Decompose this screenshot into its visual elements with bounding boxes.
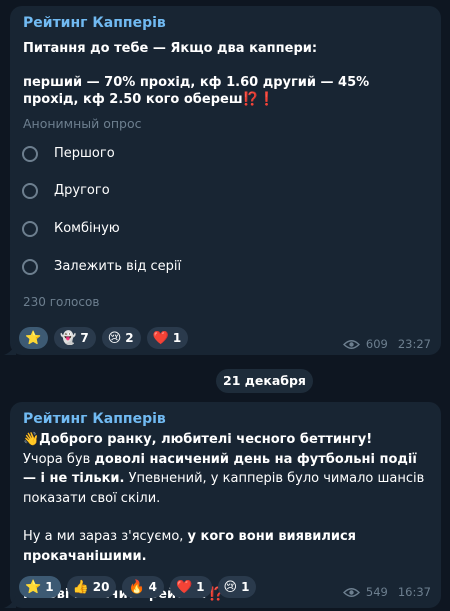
poll-option-4[interactable]: Залежить від серії	[22, 254, 322, 284]
reaction-count: 1	[196, 580, 205, 594]
radio-icon[interactable]	[22, 221, 38, 237]
poll-option-label: Першого	[54, 146, 115, 161]
poll-option-label: Другого	[54, 183, 110, 198]
reaction-count: 7	[80, 331, 89, 345]
reaction-star[interactable]: ⭐ 1	[19, 576, 61, 598]
eye-icon	[342, 339, 360, 349]
reaction-ghost[interactable]: 👻 7	[54, 327, 96, 349]
date-separator[interactable]: 21 декабря	[216, 369, 313, 393]
crying-face-icon: 😢	[223, 579, 238, 595]
radio-icon[interactable]	[22, 259, 38, 275]
radio-icon[interactable]	[22, 183, 38, 199]
message-time: 16:37	[397, 585, 431, 599]
poll-message: Рейтинг Капперів Питання до тебе — Якщо …	[4, 6, 441, 355]
poll-type: Анонимный опрос	[23, 116, 142, 131]
vote-count: 230 голосов	[23, 295, 100, 309]
poll-question: Питання до тебе — Якщо два каппери: перш…	[23, 41, 370, 107]
reaction-count: 1	[172, 331, 182, 345]
heart-icon: ❤️	[152, 330, 169, 346]
message-time: 23:27	[397, 337, 431, 351]
paragraph-1: Учора був доволі насичений день на футбо…	[23, 451, 425, 506]
text-message: Рейтинг Капперів 👋Доброго ранку, любител…	[4, 402, 441, 608]
reactions-bar: ⭐ 1 👍 20 🔥 4 ❤️ 1 😢 1	[19, 576, 257, 598]
ghost-icon: 👻	[60, 330, 77, 346]
poll-option-label: Комбіную	[54, 221, 120, 236]
reaction-star[interactable]: ⭐	[19, 327, 49, 349]
reaction-cry[interactable]: 😢 1	[217, 576, 257, 598]
channel-name[interactable]: Рейтинг Капперів	[23, 411, 166, 427]
star-icon: ⭐	[25, 579, 42, 595]
thumbs-up-icon: 👍	[72, 579, 89, 595]
reactions-bar: ⭐ 👻 7 😢 2 ❤️ 1	[19, 327, 189, 349]
bubble-tail	[4, 596, 16, 608]
heart-icon: ❤️	[175, 579, 193, 595]
eye-icon	[342, 587, 360, 597]
channel-name[interactable]: Рейтинг Капперів	[23, 15, 166, 31]
poll-option-label: Залежить від серії	[54, 259, 182, 274]
crying-face-icon: 😢	[107, 330, 122, 346]
reaction-count: 1	[45, 580, 54, 594]
fire-icon: 🔥	[128, 579, 145, 595]
star-icon: ⭐	[25, 330, 42, 346]
paragraph-2: Ну а ми зараз з'ясуємо, у кого вони вияв…	[23, 529, 357, 564]
reaction-count: 4	[148, 580, 157, 594]
greeting-text: 👋Доброго ранку, любителі чесного беттинг…	[23, 432, 373, 447]
reaction-heart[interactable]: ❤️ 1	[146, 327, 189, 349]
reaction-heart[interactable]: ❤️ 1	[169, 576, 212, 598]
view-count: 609	[365, 337, 388, 351]
reaction-count: 2	[125, 331, 134, 345]
reaction-cry[interactable]: 😢 2	[101, 327, 141, 349]
reaction-fire[interactable]: 🔥 4	[122, 576, 164, 598]
view-count: 549	[365, 585, 388, 599]
reaction-count: 1	[241, 580, 250, 594]
reaction-thumbs-up[interactable]: 👍 20	[66, 576, 117, 598]
reaction-count: 20	[92, 580, 110, 594]
poll-option-3[interactable]: Комбіную	[22, 216, 322, 246]
radio-icon[interactable]	[22, 146, 38, 162]
message-meta: 549 16:37	[342, 585, 431, 599]
poll-option-1[interactable]: Першого	[22, 141, 322, 171]
message-meta: 609 23:27	[342, 337, 431, 351]
bubble-tail	[4, 343, 16, 355]
poll-option-2[interactable]: Другого	[22, 178, 322, 208]
